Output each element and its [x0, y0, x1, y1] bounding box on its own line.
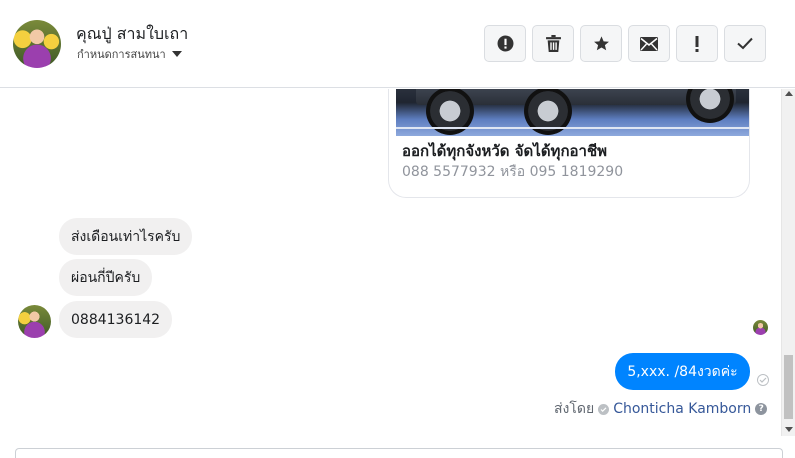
agent-name-link[interactable]: Chonticha Kamborn: [613, 401, 751, 417]
assign-label: กำหนดการสนทนา: [77, 48, 166, 61]
avatar[interactable]: [13, 20, 61, 68]
important-button[interactable]: [676, 25, 718, 62]
mark-unread-button[interactable]: [628, 25, 670, 62]
mark-done-button[interactable]: [724, 25, 766, 62]
conversation-header: คุณปู่ สามใบเถา กำหนดการสนทนา: [0, 0, 795, 88]
trash-icon: [545, 35, 561, 52]
scroll-down-arrow-icon[interactable]: [785, 427, 793, 432]
toolbar: [484, 25, 766, 62]
star-icon: [593, 36, 609, 51]
sent-by-label: ส่งโดย: [554, 401, 595, 417]
seen-avatar-icon: [753, 320, 768, 335]
sent-check-icon: [757, 374, 769, 386]
exclamation-circle-icon: [497, 35, 513, 52]
scrollbar[interactable]: [781, 89, 795, 436]
car-image: [396, 89, 749, 136]
message-composer[interactable]: [15, 448, 783, 458]
star-button[interactable]: [580, 25, 622, 62]
sent-by-line: ส่งโดย Chonticha Kamborn ?: [554, 398, 768, 420]
verified-check-icon: [598, 403, 610, 415]
message-thread: ออกได้ทุกจังหวัด จัดได้ทุกอาชีพ 088 5577…: [0, 89, 795, 451]
ad-card[interactable]: ออกได้ทุกจังหวัด จัดได้ทุกอาชีพ 088 5577…: [388, 89, 750, 198]
scroll-up-arrow-icon[interactable]: [785, 91, 793, 96]
assign-conversation-dropdown[interactable]: กำหนดการสนทนา: [77, 45, 182, 63]
contact-name[interactable]: คุณปู่ สามใบเถา: [76, 22, 188, 47]
mark-spam-button[interactable]: [484, 25, 526, 62]
incoming-message[interactable]: 0884136142: [59, 301, 173, 338]
help-icon[interactable]: ?: [755, 403, 768, 415]
envelope-icon: [640, 36, 658, 51]
card-subtitle: 088 5577932 หรือ 095 1819290: [402, 164, 624, 180]
outgoing-message[interactable]: 5,xxx. /84งวดค่ะ: [615, 353, 750, 390]
card-title: ออกได้ทุกจังหวัด จัดได้ทุกอาชีพ: [402, 142, 608, 160]
sender-avatar: [18, 305, 51, 338]
incoming-message[interactable]: ผ่อนกี่ปีครับ: [59, 259, 153, 296]
delete-button[interactable]: [532, 25, 574, 62]
check-icon: [737, 37, 753, 50]
incoming-message[interactable]: ส่งเดือนเท่าไรครับ: [59, 218, 193, 255]
exclamation-icon: [695, 35, 699, 52]
scroll-thumb[interactable]: [784, 355, 793, 419]
caret-down-icon: [171, 51, 182, 57]
